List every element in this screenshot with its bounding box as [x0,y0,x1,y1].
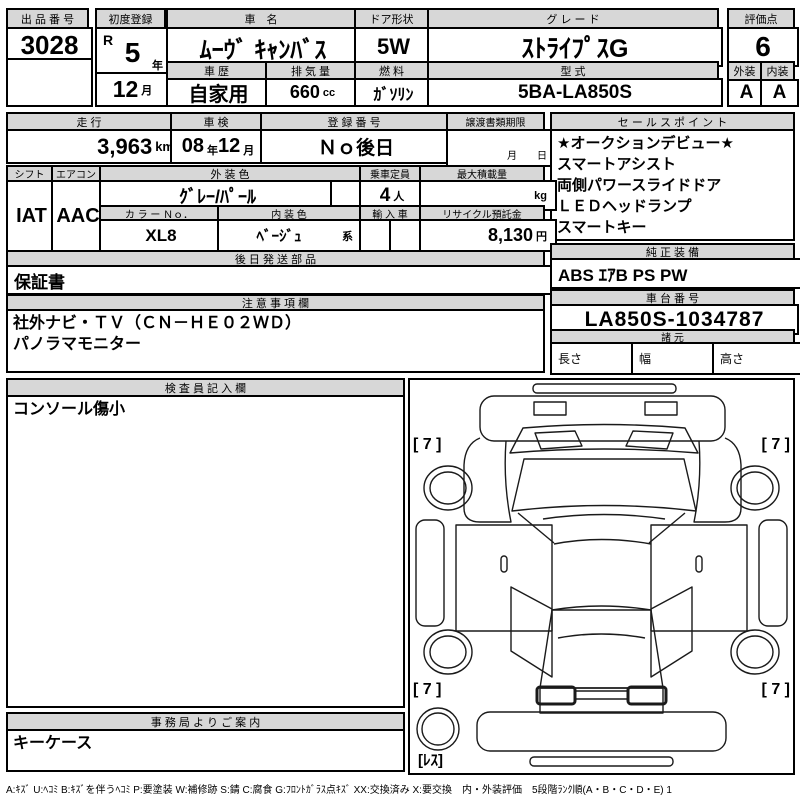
displacement-unit: cc [322,86,336,99]
office-notice-box: キーケース [6,729,405,772]
car-history-value: 自家用 [166,78,271,107]
windshield [509,423,699,520]
interior-grade-header: 内装 [760,61,795,81]
sales-point-item: スマートキー [557,219,647,236]
inspection-year-unit: 年 [207,145,218,157]
car-foldout-diagram [415,383,788,767]
rear-gate [535,685,668,714]
first-registration-month: 12 [112,76,139,102]
sales-point-item: 両側パワースライドドア [557,177,722,194]
inspection-year: 08 [181,135,204,157]
auction-no-header: 出 品 番 号 [6,8,89,29]
interior-color-cell: ﾍﾞｰｼﾞｭ 系 [217,219,365,252]
damage-code-legend: A:ｷｽﾞ U:ﾍｺﾐ B:ｷｽﾞを伴うﾍｺﾐ P:要塗装 W:補修跡 S:錆 … [6,785,672,796]
rear-left-tire-depth: [ 7 ] [413,681,442,698]
roof [510,538,693,689]
sales-point-item: ★オークションデビュー★ [557,135,734,152]
sales-point-item: スマートアシスト [557,156,676,173]
capacity-unit: 人 [393,190,405,203]
spec-length-cell: 長さ [550,342,643,375]
year-unit: 年 [152,60,163,72]
inspection-month: 12 [218,135,241,157]
registration-no-value: Ｎｏ後日 [260,129,452,164]
doors [455,524,748,632]
sales-points-box: ★オークションデビュー★ スマートアシスト 両側パワースライドドア ＬＥＤヘッド… [550,129,795,241]
inspection-cell: 08 年 12 月 [170,129,266,164]
door-shape-header: ドア形状 [354,8,429,29]
interior-color-value: ﾍﾞｰｼﾞｭ [256,228,302,245]
color-no-value: XL8 [99,219,223,252]
inspector-notes-box: コンソール傷小 [6,395,405,708]
rear-right-tire-depth: [ 7 ] [761,681,790,698]
front-fenders [463,437,742,544]
spec-width-cell: 幅 [631,342,724,375]
month-unit: 月 [141,84,153,97]
oem-equipment-value: ABS ｴｱB PS PW [550,258,800,289]
recycle-deposit-cell: 8,130 円 [419,219,557,252]
shift-value: IAT [6,180,57,252]
car-name-header: 車 名 [166,8,356,29]
mileage-value: 3,963 [97,133,153,159]
later-parts-value: 保証書 [6,265,555,295]
inspector-note: コンソール傷小 [13,401,126,418]
transfer-deadline-value: 月 日 [446,129,557,167]
notes-line: パノラマモニター [13,336,142,353]
notes-box: 社外ナビ・ＴＶ（ＣＮ－ＨＥ０２ＷＤ） パノラマモニター [6,309,545,373]
displacement-value: 660 [289,82,320,102]
front-left-tire-depth: [ 7 ] [413,436,442,453]
first-registration-header: 初度登録 [95,8,166,29]
sales-point-item: ＬＥＤヘッドランプ [557,198,692,215]
displacement-cell: 660 cc [265,78,360,107]
auction-no-empty-box [6,58,93,107]
notes-line: 社外ナビ・ＴＶ（ＣＮ－ＨＥ０２ＷＤ） [13,315,302,332]
recycle-deposit-value: 8,130 [487,225,533,245]
front-right-tire-depth: [ 7 ] [761,436,790,453]
office-note: キーケース [13,735,93,752]
interior-color-suffix: 系 [341,230,353,243]
spec-height-cell: 高さ [712,342,800,375]
mileage-cell: 3,963 km [6,129,184,164]
grade-header: グ レ ー ド [427,8,719,29]
fuel-value: ｶﾞｿﾘﾝ [354,78,433,107]
first-registration-year-cell: R 5 年 [95,27,170,78]
car-diagram-box: [ 7 ] [ 7 ] [ 7 ] [ 7 ] [ﾚｽ] [408,378,795,775]
model-code-value: 5BA-LA850S [427,78,723,107]
interior-grade-value: A [760,79,799,107]
front-bumper [479,383,726,442]
inspection-month-unit: 月 [243,145,255,157]
exterior-grade-header: 外装 [727,61,762,81]
front-wheels [423,465,780,511]
aircon-value: AAC [51,180,105,252]
score-header: 評価点 [727,8,795,29]
rear-wheels [423,629,780,675]
capacity-value: 4 [379,184,391,206]
first-registration-month-cell: 12 月 [95,72,170,107]
spare-tire-label: [ﾚｽ] [418,752,443,769]
recycle-deposit-unit: 円 [536,230,547,243]
era-letter: R [103,32,114,48]
spare-tire [416,707,460,751]
first-registration-year: 5 [124,36,141,68]
rear-bumper [476,711,727,767]
